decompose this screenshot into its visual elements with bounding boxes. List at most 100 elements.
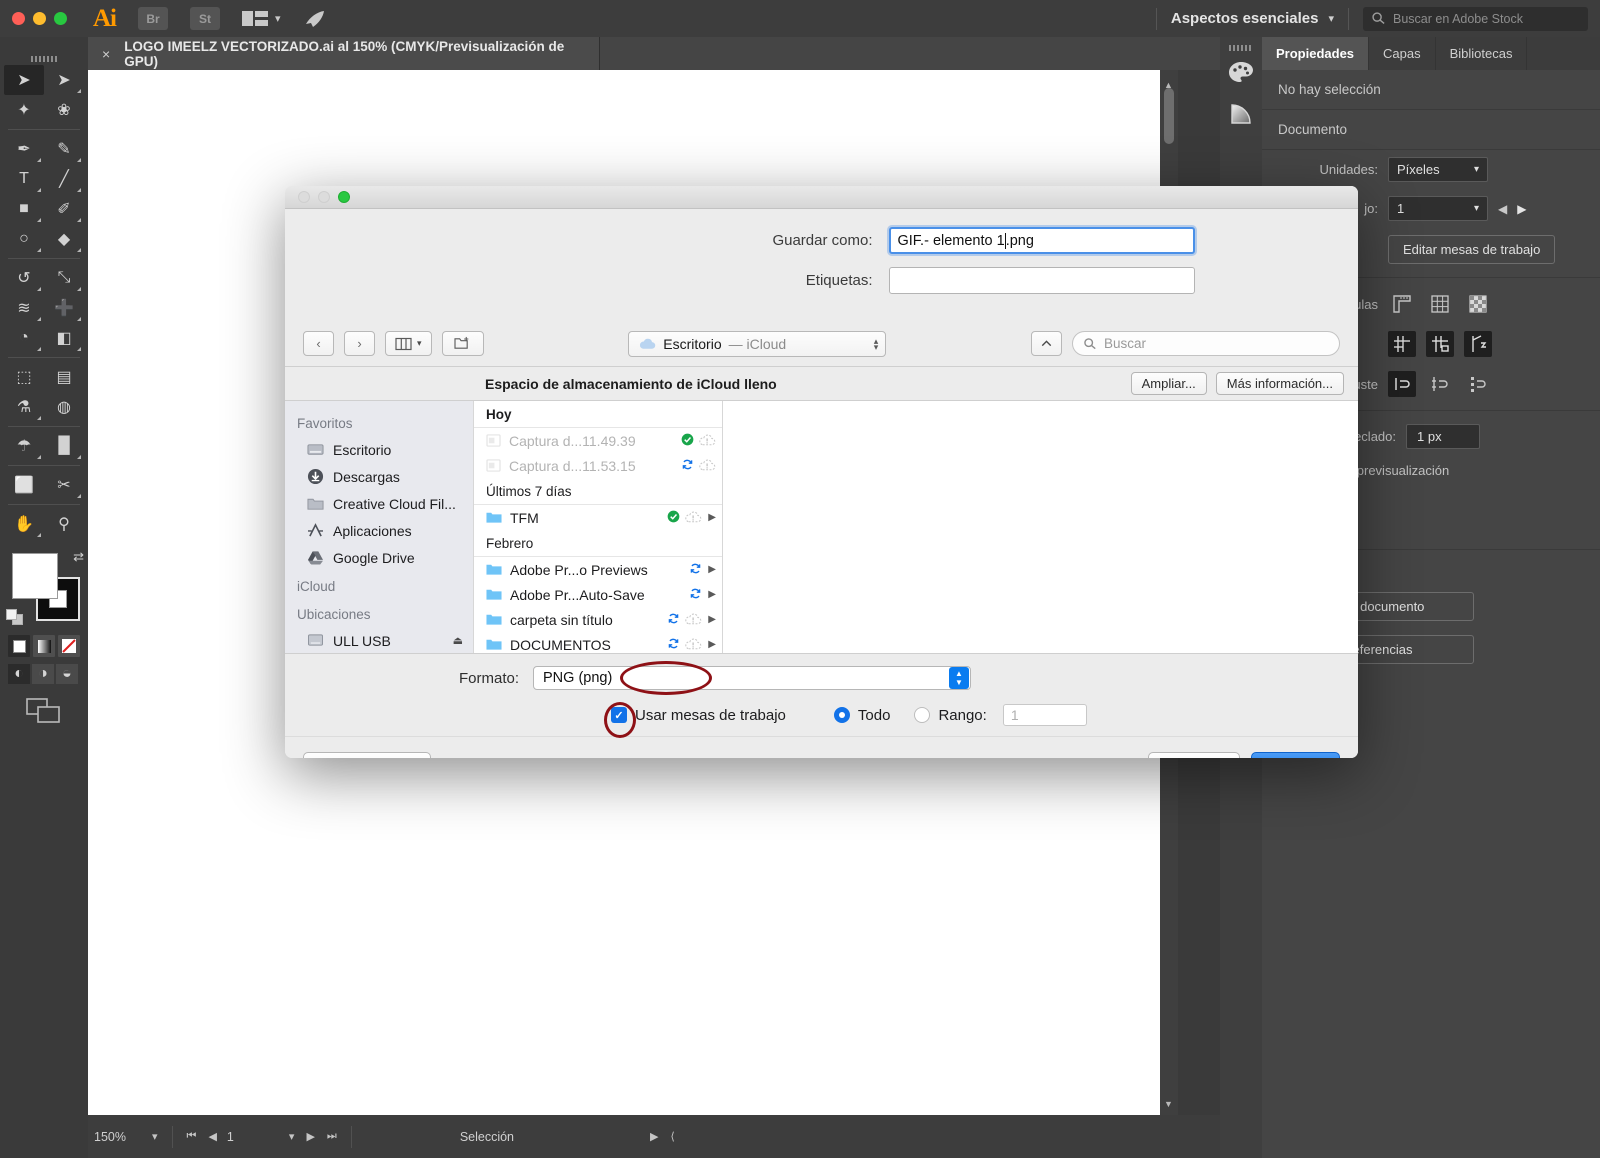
all-radio[interactable] [833, 707, 850, 723]
forward-button[interactable]: › [344, 331, 375, 356]
selection-tool[interactable]: ➤ [4, 65, 44, 95]
artboard-select[interactable]: 1 ▾ [1388, 196, 1488, 221]
rotate-tool[interactable]: ↺ [4, 263, 44, 293]
default-fill-stroke-icon[interactable] [6, 609, 26, 627]
slice-tool[interactable]: ✂ [44, 470, 84, 500]
free-transform-tool[interactable]: ➕ [44, 293, 84, 323]
file-row[interactable]: carpeta sin título ▶ [474, 607, 722, 632]
shape-builder-tool[interactable]: ◔ [4, 323, 44, 353]
tab-capas[interactable]: Capas [1369, 37, 1436, 70]
dialog-titlebar[interactable] [285, 186, 1358, 209]
eyedropper-tool[interactable]: ⚗ [4, 392, 44, 422]
previous-artboard-icon[interactable]: ◀ [202, 1130, 222, 1143]
disclosure-arrow-icon[interactable]: ▶ [708, 589, 716, 600]
none-swatch-button[interactable] [58, 635, 80, 657]
scale-tool[interactable]: ⤡ [44, 263, 84, 293]
tab-bibliotecas[interactable]: Bibliotecas [1436, 37, 1528, 70]
color-swatch-button[interactable] [8, 635, 30, 657]
scroll-down-icon[interactable]: ▼ [1164, 1099, 1173, 1109]
eject-icon[interactable]: ⏏ [453, 634, 463, 647]
more-info-button[interactable]: Más información... [1215, 372, 1344, 395]
zoom-tool[interactable]: ⚲ [44, 509, 84, 539]
symbol-sprayer-tool[interactable]: ☂ [4, 431, 44, 461]
new-folder-action-button[interactable]: Nueva carpeta [303, 751, 432, 758]
file-row[interactable]: Adobe Pr...Auto-Save ▶ [474, 582, 722, 607]
sidebar-item-ull-usb[interactable]: ULL USB ⏏ [285, 627, 473, 653]
previous-artboard-icon[interactable]: ◀ [1498, 202, 1507, 216]
snap-to-pixel-icon[interactable] [1464, 371, 1492, 397]
stock-button[interactable]: St [190, 7, 220, 30]
rectangle-tool[interactable]: ■ [4, 194, 44, 224]
panel-rail-grip[interactable] [1220, 37, 1262, 51]
use-artboards-checkbox[interactable]: ✓ [611, 707, 627, 723]
show-grid-icon[interactable] [1426, 291, 1454, 317]
file-row[interactable]: Adobe Pr...o Previews ▶ [474, 557, 722, 582]
collapse-location-button[interactable] [1031, 331, 1062, 356]
zoom-dropdown-icon[interactable]: ▾ [146, 1130, 164, 1143]
show-guides-icon[interactable] [1388, 331, 1416, 357]
new-folder-button[interactable] [441, 331, 484, 356]
file-row[interactable]: Captura d...11.53.15 [474, 453, 722, 478]
sidebar-item-aplicaciones[interactable]: Aplicaciones [285, 517, 473, 544]
last-artboard-icon[interactable]: ⏭ [321, 1130, 343, 1143]
curvature-tool[interactable]: ✎ [44, 134, 84, 164]
maximize-window-button[interactable] [54, 12, 67, 25]
cancel-button[interactable]: Cancelar [1148, 751, 1241, 758]
disclosure-arrow-icon[interactable]: ▶ [708, 614, 716, 625]
disclosure-arrow-icon[interactable]: ▶ [708, 639, 716, 650]
minimize-window-button[interactable] [33, 12, 46, 25]
window-controls[interactable] [0, 12, 67, 25]
file-row[interactable]: TFM ▶ [474, 505, 722, 530]
dialog-search-input[interactable]: Buscar [1072, 331, 1340, 356]
eraser-tool[interactable]: ◆ [44, 224, 84, 254]
units-select[interactable]: Píxeles ▾ [1388, 157, 1488, 182]
close-document-icon[interactable]: × [102, 46, 110, 62]
keyboard-increment-field[interactable]: 1 px [1406, 424, 1480, 449]
next-artboard-icon[interactable]: ▶ [300, 1130, 320, 1143]
range-radio[interactable] [914, 707, 931, 723]
draw-inside-button[interactable]: ◒ [56, 664, 78, 684]
document-tab[interactable]: × LOGO IMEELZ VECTORIZADO.ai al 150% (CM… [88, 37, 600, 70]
sidebar-item-creative-cloud-fil[interactable]: Creative Cloud Fil... [285, 490, 473, 517]
first-artboard-icon[interactable]: ⏮ [181, 1130, 203, 1143]
file-row[interactable]: DOCUMENTOS ▶ [474, 632, 722, 653]
location-popup-button[interactable]: Escritorio — iCloud ▴ ▾ [628, 330, 887, 357]
paintbrush-tool[interactable]: ✐ [44, 194, 84, 224]
bridge-button[interactable]: Br [138, 7, 168, 30]
snap-to-grid-icon[interactable] [1426, 371, 1454, 397]
toolbar-grip[interactable] [0, 37, 88, 62]
tab-propiedades[interactable]: Propiedades [1262, 37, 1370, 70]
format-select[interactable]: PNG (png) ▲ ▼ [533, 666, 971, 690]
artboard-tool[interactable]: ⬜ [4, 470, 44, 500]
format-stepper-icon[interactable]: ▲ ▼ [949, 667, 969, 689]
artboard-number-field[interactable]: 1 [227, 1130, 283, 1144]
zoom-level-field[interactable]: 150% [88, 1130, 146, 1144]
range-input[interactable]: 1 [1002, 704, 1087, 726]
workspace-label[interactable]: Aspectos esenciales [1171, 10, 1319, 27]
dialog-zoom-button[interactable] [338, 191, 350, 203]
status-resize-icon[interactable]: ⟨ [664, 1130, 680, 1143]
width-tool[interactable]: ≋ [4, 293, 44, 323]
status-menu-icon[interactable]: ▶ [644, 1130, 664, 1143]
gradient-panel-icon[interactable] [1220, 93, 1262, 135]
discover-icon[interactable] [303, 9, 327, 29]
perspective-grid-tool[interactable]: ◧ [44, 323, 84, 353]
artboard-dropdown-icon[interactable]: ▾ [283, 1130, 301, 1143]
mesh-tool[interactable]: ⬚ [4, 362, 44, 392]
shaper-tool[interactable]: ○ [4, 224, 44, 254]
edit-artboards-button[interactable]: Editar mesas de trabajo [1388, 235, 1556, 264]
scrollbar-thumb[interactable] [1164, 88, 1174, 144]
show-rulers-icon[interactable] [1388, 291, 1416, 317]
disclosure-arrow-icon[interactable]: ▶ [708, 512, 716, 523]
line-segment-tool[interactable]: ╱ [44, 164, 84, 194]
sidebar-item-descargas[interactable]: Descargas [285, 463, 473, 490]
file-list[interactable]: Hoy Captura d...11.49.39 Captura d...11.53… [473, 401, 723, 653]
show-transparency-grid-icon[interactable] [1464, 291, 1492, 317]
next-artboard-icon[interactable]: ▶ [1517, 202, 1526, 216]
dialog-minimize-button[interactable] [318, 191, 330, 203]
upgrade-storage-button[interactable]: Ampliar... [1130, 372, 1207, 395]
swap-fill-stroke-icon[interactable]: ⇄ [73, 549, 84, 565]
dialog-close-button[interactable] [298, 191, 310, 203]
pen-tool[interactable]: ✒ [4, 134, 44, 164]
view-mode-button[interactable]: ▾ [385, 331, 432, 356]
